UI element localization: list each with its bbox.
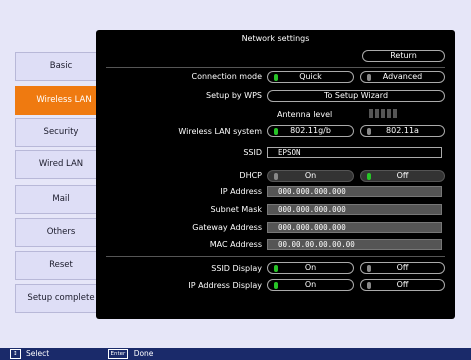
sidebar-item-label: Reset: [49, 260, 73, 270]
connection-mode-label: Connection mode: [191, 72, 263, 81]
sidebar-item-label: Security: [43, 127, 79, 137]
sidebar-item-mail[interactable]: Mail: [15, 185, 107, 214]
sidebar-item-security[interactable]: Security: [15, 118, 107, 147]
divider: [106, 67, 445, 68]
sidebar-item-label: Basic: [49, 61, 73, 71]
option-label: Quick: [299, 72, 322, 81]
panel-title: Network settings: [241, 34, 310, 43]
radio-off-icon: [367, 265, 371, 272]
select-hint: Select: [26, 349, 50, 358]
option-label: On: [304, 280, 317, 289]
antenna-level-indicator: [369, 109, 399, 120]
wireless-system-label: Wireless LAN system: [178, 127, 262, 136]
connection-mode-quick[interactable]: Quick: [267, 71, 354, 83]
dhcp-off[interactable]: Off: [360, 170, 445, 182]
sidebar-item-reset[interactable]: Reset: [15, 251, 107, 280]
mac-address-label: MAC Address: [209, 240, 262, 249]
sidebar-item-basic[interactable]: Basic: [15, 52, 107, 81]
sidebar-item-wired-lan[interactable]: Wired LAN: [15, 150, 107, 179]
return-button[interactable]: Return: [362, 50, 445, 62]
done-hint: Done: [133, 349, 154, 358]
ip-display-label: IP Address Display: [188, 281, 262, 290]
connection-mode-advanced[interactable]: Advanced: [360, 71, 445, 83]
sidebar-item-label: Wireless LAN: [36, 95, 92, 105]
option-label: 802.11a: [386, 126, 419, 135]
radio-on-icon: [367, 173, 371, 180]
gateway-address-input[interactable]: 000.000.000.000: [267, 222, 442, 233]
ssid-input[interactable]: EPSON: [267, 147, 442, 158]
sidebar-item-label: Setup complete: [27, 293, 95, 303]
radio-on-icon: [274, 128, 278, 135]
sidebar-item-label: Mail: [52, 194, 70, 204]
radio-off-icon: [367, 282, 371, 289]
mac-address-field: 00.00.00.00.00.00: [267, 239, 442, 250]
dhcp-on[interactable]: On: [267, 170, 354, 182]
option-label: On: [304, 263, 317, 272]
radio-off-icon: [367, 128, 371, 135]
dhcp-label: DHCP: [239, 171, 262, 180]
ip-address-input[interactable]: 000.000.000.000: [267, 186, 442, 197]
wps-setup-wizard-button[interactable]: To Setup Wizard: [267, 90, 445, 102]
sidebar-item-setup-complete[interactable]: Setup complete: [15, 284, 107, 313]
ssid-display-label: SSID Display: [211, 264, 262, 273]
ip-address-label: IP Address: [220, 187, 262, 196]
ssid-display-on[interactable]: On: [267, 262, 354, 274]
ip-display-on[interactable]: On: [267, 279, 354, 291]
ip-display-off[interactable]: Off: [360, 279, 445, 291]
wireless-system-gb[interactable]: 802.11g/b: [267, 125, 354, 137]
option-label: Off: [396, 263, 409, 272]
enter-key-icon: Enter: [107, 349, 129, 359]
key-guide-bar: ↕ Select Enter Done: [0, 348, 471, 360]
radio-on-icon: [274, 74, 278, 81]
radio-on-icon: [274, 282, 278, 289]
radio-on-icon: [274, 265, 278, 272]
option-label: Off: [396, 171, 409, 180]
sidebar-item-label: Wired LAN: [38, 159, 84, 169]
option-label: Advanced: [382, 72, 423, 81]
divider: [106, 256, 445, 257]
option-label: 802.11g/b: [290, 126, 331, 135]
sidebar-item-label: Others: [46, 227, 76, 237]
network-settings-panel: Network settings Return Connection mode …: [96, 30, 455, 319]
option-label: On: [304, 171, 317, 180]
ssid-display-off[interactable]: Off: [360, 262, 445, 274]
gateway-address-label: Gateway Address: [192, 223, 262, 232]
updown-key-icon: ↕: [10, 349, 21, 359]
wireless-system-a[interactable]: 802.11a: [360, 125, 445, 137]
subnet-mask-input[interactable]: 000.000.000.000: [267, 204, 442, 215]
ssid-label: SSID: [243, 148, 262, 157]
radio-off-icon: [274, 173, 278, 180]
sidebar-item-others[interactable]: Others: [15, 218, 107, 247]
wps-label: Setup by WPS: [206, 91, 262, 100]
radio-off-icon: [367, 74, 371, 81]
subnet-mask-label: Subnet Mask: [210, 205, 262, 214]
option-label: Off: [396, 280, 409, 289]
antenna-level-label: Antenna level: [277, 110, 333, 119]
